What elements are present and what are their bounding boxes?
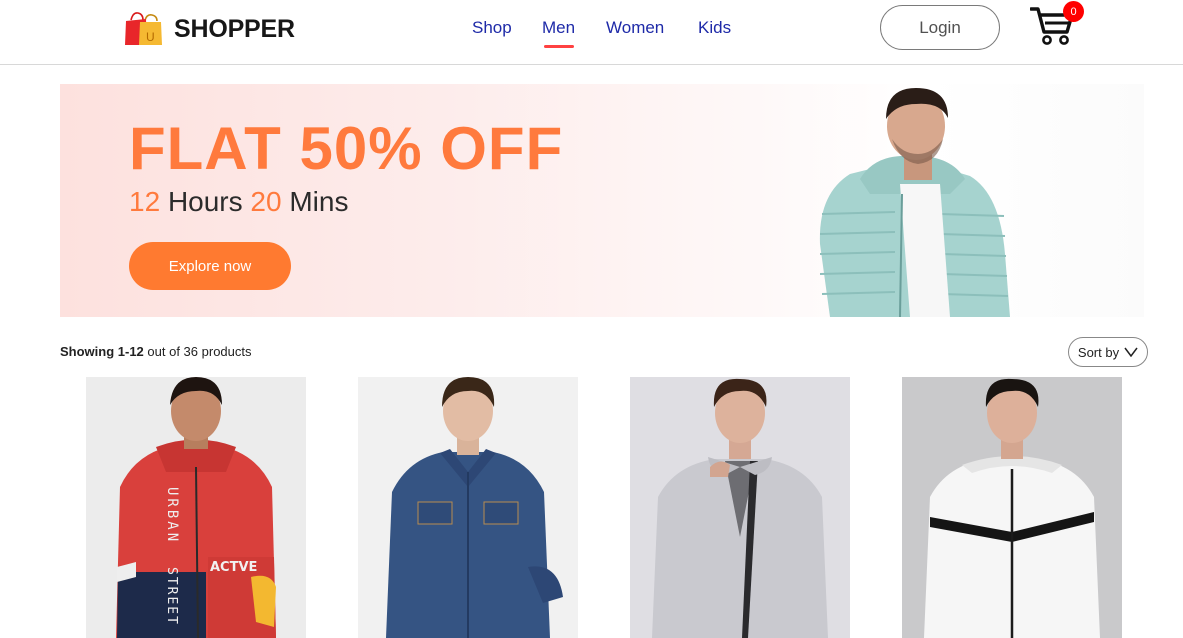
navbar: U SHOPPER Shop Men Women Kids Login 0: [0, 0, 1183, 65]
hero-countdown: 12 Hours 20 Mins: [129, 186, 348, 218]
hours-label: Hours: [167, 186, 243, 217]
product-card-denim-jacket[interactable]: [358, 377, 578, 638]
chevron-down-icon: [1124, 347, 1138, 357]
svg-text:ACTVE: ACTVE: [210, 560, 257, 575]
nav-item-kids[interactable]: Kids: [698, 18, 731, 38]
hero-model-image: [819, 88, 1010, 317]
product-image: URBAN STREET ACTVE: [86, 377, 306, 638]
login-button[interactable]: Login: [880, 5, 1000, 50]
product-image: [358, 377, 578, 638]
nav-item-shop[interactable]: Shop: [472, 18, 512, 38]
results-count: Showing 1-12 out of 36 products: [60, 344, 252, 359]
nav-item-women[interactable]: Women: [606, 18, 664, 38]
main-nav: Shop Men Women Kids: [0, 14, 1183, 54]
hours-value: 12: [129, 186, 161, 217]
product-card-white-windcheater[interactable]: [902, 377, 1122, 638]
svg-text:URBAN: URBAN: [164, 487, 180, 544]
svg-text:STREET: STREET: [164, 567, 179, 626]
product-card-red-navy-jacket[interactable]: URBAN STREET ACTVE: [86, 377, 306, 638]
sort-label: Sort by: [1077, 344, 1120, 360]
hero-title: FLAT 50% OFF: [129, 115, 564, 182]
sort-dropdown[interactable]: Sort by: [1068, 337, 1148, 367]
results-range: Showing 1-12: [60, 344, 144, 359]
explore-now-button[interactable]: Explore now: [129, 242, 291, 290]
product-image: [902, 377, 1122, 638]
results-total: out of 36 products: [147, 344, 252, 359]
product-card-grey-zip-jacket[interactable]: [630, 377, 850, 638]
cart-count-badge: 0: [1063, 1, 1084, 22]
product-image: [630, 377, 850, 638]
mins-label: Mins: [289, 186, 349, 217]
hero-banner: FLAT 50% OFF 12 Hours 20 Mins Explore no…: [60, 84, 1144, 317]
mins-value: 20: [250, 186, 282, 217]
nav-item-men[interactable]: Men: [542, 18, 575, 38]
